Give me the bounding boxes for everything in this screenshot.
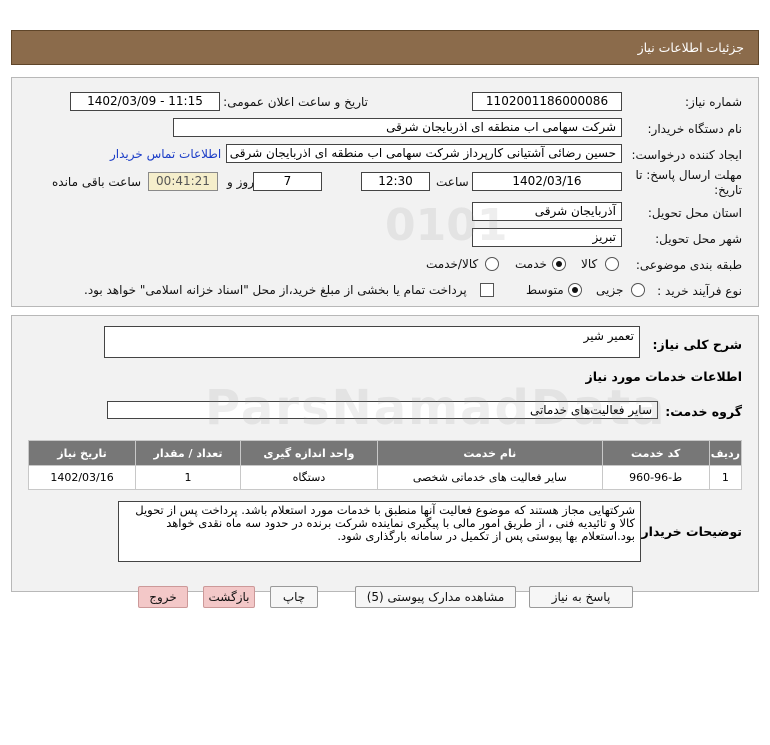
buyer-org-field[interactable]: شرکت سهامی اب منطقه ای اذربایجان شرقی — [173, 118, 622, 137]
province-field[interactable]: آذربایجان شرقی — [472, 202, 622, 221]
need-number-field[interactable]: 1102001186000086 — [472, 92, 622, 111]
service-group-label: گروه خدمت: — [665, 404, 742, 419]
city-label: شهر محل تحویل: — [655, 232, 742, 246]
deadline-time-label: ساعت — [436, 175, 469, 189]
category-goods-label: کالا — [581, 257, 598, 271]
exit-button[interactable]: خروج — [138, 586, 188, 608]
cell-service-name: سایر فعالیت های خدماتی شخصی — [376, 465, 603, 490]
col-unit: واحد اندازه گیری — [239, 440, 378, 466]
page-title: جزئیات اطلاعات نیاز — [637, 40, 744, 55]
need-number-label: شماره نیاز: — [685, 95, 742, 109]
buyer-notes-label: توضیحات خریدار: — [636, 524, 742, 539]
purchase-minor-label: جزیی — [596, 283, 624, 297]
col-row: ردیف — [708, 440, 743, 466]
cell-unit: دستگاه — [239, 465, 378, 490]
deadline-time-field[interactable]: 12:30 — [361, 172, 430, 191]
city-field[interactable]: تبریز — [472, 228, 622, 247]
buyer-org-label: نام دستگاه خریدار: — [647, 122, 743, 136]
cell-service-code: ط-96-960 — [601, 465, 710, 490]
back-button[interactable]: بازگشت — [203, 586, 255, 608]
category-label: طبقه بندی موضوعی: — [635, 258, 742, 272]
services-table: ردیف کد خدمت نام خدمت واحد اندازه گیری ت… — [27, 440, 743, 490]
cell-row: 1 — [708, 465, 743, 490]
remaining-time-field: 00:41:21 — [148, 172, 218, 191]
buyer-contact-link[interactable]: اطلاعات تماس خریدار — [110, 147, 221, 161]
category-service-label: خدمت — [515, 257, 547, 271]
service-group-field[interactable]: سایر فعالیت‌های خدماتی — [107, 401, 658, 419]
category-goods-service-label: کالا/خدمت — [426, 257, 479, 271]
treasury-payment-checkbox[interactable] — [480, 283, 494, 297]
cell-quantity: 1 — [135, 465, 241, 490]
deadline-date-field[interactable]: 1402/03/16 — [472, 172, 622, 191]
remaining-label: ساعت باقی مانده — [52, 175, 142, 189]
province-label: استان محل تحویل: — [647, 206, 742, 220]
purchase-type-label: نوع فرآیند خرید : — [657, 284, 742, 298]
requester-field[interactable]: حسین رضائی آشتیانی کارپرداز شرکت سهامی ا… — [226, 144, 622, 163]
announce-label: تاریخ و ساعت اعلان عمومی: — [223, 95, 368, 109]
days-field[interactable]: 7 — [253, 172, 322, 191]
purchase-minor-radio[interactable] — [631, 283, 645, 297]
table-header-row: ردیف کد خدمت نام خدمت واحد اندازه گیری ت… — [27, 440, 743, 466]
summary-label: شرح کلی نیاز: — [652, 337, 742, 352]
col-service-name: نام خدمت — [376, 440, 603, 466]
summary-field[interactable]: تعمیر شیر — [104, 326, 640, 358]
requester-label: ایجاد کننده درخواست: — [631, 148, 742, 162]
col-service-code: کد خدمت — [601, 440, 710, 466]
table-row[interactable]: 1 ط-96-960 سایر فعالیت های خدماتی شخصی د… — [27, 465, 743, 490]
announce-field[interactable]: 1402/03/09 - 11:15 — [70, 92, 220, 111]
services-heading: اطلاعات خدمات مورد نیاز — [585, 369, 743, 384]
print-button[interactable]: چاپ — [270, 586, 318, 608]
col-quantity: تعداد / مقدار — [135, 440, 241, 466]
days-label: روز و — [227, 175, 254, 189]
category-goods-service-radio[interactable] — [485, 257, 499, 271]
category-goods-radio[interactable] — [605, 257, 619, 271]
purchase-medium-label: متوسط — [526, 283, 564, 297]
cell-need-date: 1402/03/16 — [27, 465, 137, 490]
page-header: جزئیات اطلاعات نیاز — [11, 30, 759, 65]
reply-button[interactable]: پاسخ به نیاز — [529, 586, 633, 608]
deadline-label: مهلت ارسال پاسخ: تا تاریخ: — [635, 168, 742, 197]
col-need-date: تاریخ نیاز — [27, 440, 137, 466]
buyer-notes-field[interactable]: شرکتهایی مجاز هستند که موضوع فعالیت آنها… — [118, 501, 641, 562]
category-service-radio[interactable] — [552, 257, 566, 271]
purchase-medium-radio[interactable] — [568, 283, 582, 297]
view-documents-button[interactable]: مشاهده مدارک پیوستی (5) — [355, 586, 516, 608]
treasury-payment-note: پرداخت تمام یا بخشی از مبلغ خرید،از محل … — [84, 283, 467, 297]
